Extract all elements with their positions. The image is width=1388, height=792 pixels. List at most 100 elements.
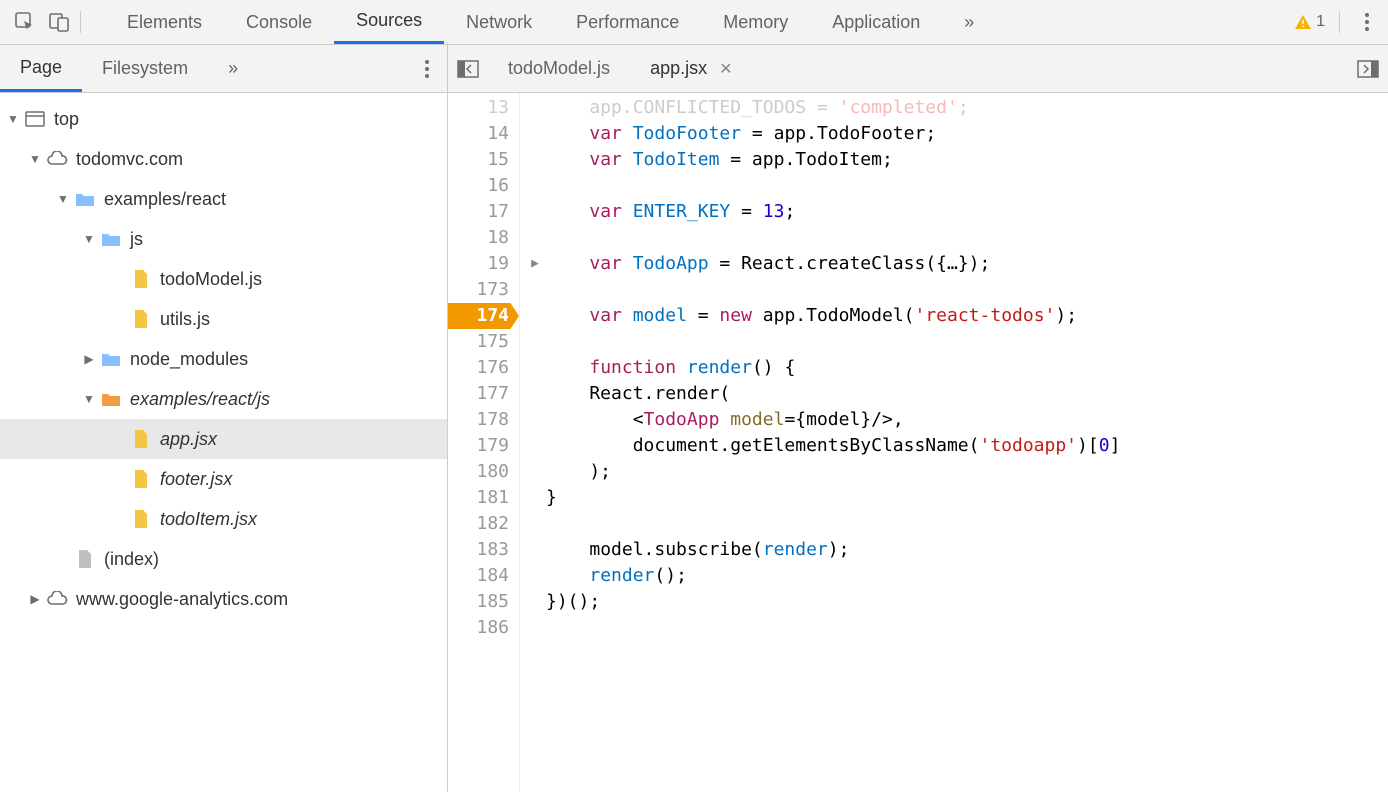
line-number[interactable]: 183 [448,537,519,563]
tree-label: todomvc.com [76,149,183,170]
sidebar-tabs-overflow[interactable]: » [208,45,258,92]
sources-sidebar: Page Filesystem » ▼ top ▼ todomvc.com ▼ [0,45,448,792]
file-icon [130,508,152,530]
line-number[interactable]: 17 [448,199,519,225]
line-number[interactable]: 15 [448,147,519,173]
device-toggle-icon[interactable] [42,0,76,45]
folder-icon [74,188,96,210]
sidebar-tab-page[interactable]: Page [0,45,82,92]
tree-label: utils.js [160,309,210,330]
tree-label: js [130,229,143,250]
main-tabs-bar: Elements Console Sources Network Perform… [0,0,1388,45]
line-number[interactable]: 18 [448,225,519,251]
line-number[interactable]: 176 [448,355,519,381]
top-right-controls: 1 [1294,0,1380,45]
warning-icon [1294,13,1312,31]
tree-item-file[interactable]: ▶ footer.jsx [0,459,447,499]
file-icon [130,468,152,490]
file-tab-todomodel[interactable]: todoModel.js [488,45,630,92]
line-number[interactable]: 177 [448,381,519,407]
tree-label: node_modules [130,349,248,370]
line-number[interactable]: 175 [448,329,519,355]
line-number[interactable]: 179 [448,433,519,459]
warnings-badge[interactable]: 1 [1294,13,1325,31]
folder-icon [100,348,122,370]
tab-elements[interactable]: Elements [105,0,224,44]
tree-item-file[interactable]: ▶ (index) [0,539,447,579]
line-number[interactable]: 16 [448,173,519,199]
file-icon [130,428,152,450]
tree-item-domain[interactable]: ▼ todomvc.com [0,139,447,179]
file-tab-label: todoModel.js [508,58,610,79]
editor-panel: todoModel.js app.jsx ✕ 13 14 15 16 17 18… [448,45,1388,792]
line-number[interactable]: 186 [448,615,519,641]
warning-count: 1 [1316,13,1325,31]
tree-label: top [54,109,79,130]
tab-memory[interactable]: Memory [701,0,810,44]
tree-item-top[interactable]: ▼ top [0,99,447,139]
tab-performance[interactable]: Performance [554,0,701,44]
main-split: Page Filesystem » ▼ top ▼ todomvc.com ▼ [0,45,1388,792]
line-number[interactable]: 173 [448,277,519,303]
tree-item-folder[interactable]: ▶ node_modules [0,339,447,379]
code-content[interactable]: app.CONFLICTED_TODOS = 'completed'; var … [520,93,1388,792]
tree-item-file-app[interactable]: ▶ app.jsx [0,419,447,459]
line-number[interactable]: 13 [448,95,519,121]
line-number[interactable]: 185 [448,589,519,615]
file-tab-label: app.jsx [650,58,707,79]
settings-menu-icon[interactable] [1354,0,1380,45]
tab-network[interactable]: Network [444,0,554,44]
cloud-icon [46,148,68,170]
line-gutter[interactable]: 13 14 15 16 17 18 19▶ 173 174 175 176 17… [448,93,520,792]
tree-label: footer.jsx [160,469,232,490]
line-number[interactable]: 184 [448,563,519,589]
tree-item-folder[interactable]: ▼ js [0,219,447,259]
tree-label: (index) [104,549,159,570]
tab-console[interactable]: Console [224,0,334,44]
tree-item-folder[interactable]: ▼ examples/react/js [0,379,447,419]
tree-label: examples/react [104,189,226,210]
tree-label: todoModel.js [160,269,262,290]
tree-item-file[interactable]: ▶ todoItem.jsx [0,499,447,539]
window-icon [24,108,46,130]
line-number[interactable]: 180 [448,459,519,485]
line-number[interactable]: 178 [448,407,519,433]
tree-label: todoItem.jsx [160,509,257,530]
close-tab-icon[interactable]: ✕ [717,57,734,81]
file-grey-icon [74,548,96,570]
divider [1339,11,1340,33]
line-number[interactable]: 14 [448,121,519,147]
tree-item-file[interactable]: ▶ todoModel.js [0,259,447,299]
main-tabs: Elements Console Sources Network Perform… [105,0,1294,44]
divider [80,11,81,33]
tab-sources[interactable]: Sources [334,0,444,44]
file-tree: ▼ top ▼ todomvc.com ▼ examples/react ▼ j… [0,93,447,792]
tree-item-domain[interactable]: ▶ www.google-analytics.com [0,579,447,619]
line-number[interactable]: 181 [448,485,519,511]
line-number[interactable]: 19▶ [448,251,519,277]
code-editor[interactable]: 13 14 15 16 17 18 19▶ 173 174 175 176 17… [448,93,1388,792]
line-number[interactable]: 182 [448,511,519,537]
inspect-icon[interactable] [8,0,42,45]
sidebar-tab-filesystem[interactable]: Filesystem [82,45,208,92]
breakpoint-line-number[interactable]: 174 [448,303,519,329]
file-tab-app[interactable]: app.jsx ✕ [630,45,754,92]
tree-label: examples/react/js [130,389,270,410]
tab-application[interactable]: Application [810,0,942,44]
folder-orange-icon [100,388,122,410]
toggle-debugger-icon[interactable] [1348,60,1388,78]
folder-icon [100,228,122,250]
file-icon [130,308,152,330]
tabs-overflow[interactable]: » [942,0,996,44]
tree-item-file[interactable]: ▶ utils.js [0,299,447,339]
tree-label: app.jsx [160,429,217,450]
cloud-icon [46,588,68,610]
fold-arrow-icon[interactable]: ▶ [531,251,539,277]
tree-item-folder[interactable]: ▼ examples/react [0,179,447,219]
sidebar-menu-icon[interactable] [407,59,447,79]
toggle-navigator-icon[interactable] [448,60,488,78]
file-tabs: todoModel.js app.jsx ✕ [448,45,1388,93]
sidebar-tabs: Page Filesystem » [0,45,447,93]
tree-label: www.google-analytics.com [76,589,288,610]
file-icon [130,268,152,290]
